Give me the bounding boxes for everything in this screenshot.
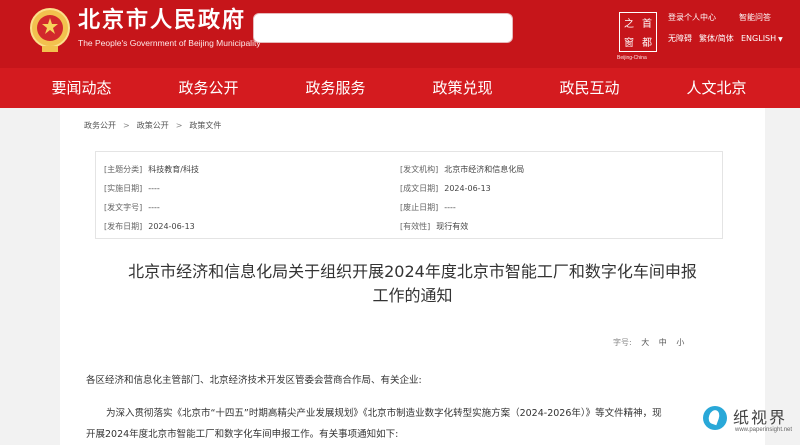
document-paragraph: 开展2024年度北京市智能工厂和数字化车间申报工作。有关事项通知如下: bbox=[86, 429, 399, 440]
content-card: 政务公开 > 政策公开 > 政策文件 [主题分类] 科技教育/科技 [发文机构] 北京市经济… bbox=[60, 108, 765, 445]
font-size-small[interactable]: 小 bbox=[676, 338, 684, 347]
meta-doc-number: [发文字号] ---- bbox=[104, 203, 160, 212]
document-metadata-table: [主题分类] 科技教育/科技 [发文机构] 北京市经济和信息化局 [实施日期] ---… bbox=[95, 151, 723, 239]
search-input[interactable] bbox=[253, 13, 513, 43]
breadcrumb-item[interactable]: 政策公开 bbox=[137, 121, 169, 130]
language-switch-link[interactable]: 繁体/简体 bbox=[699, 34, 734, 44]
font-size-switcher: 字号: 大 中 小 bbox=[613, 337, 684, 348]
nav-item-gov-service[interactable]: 政务服务 bbox=[272, 68, 399, 108]
meta-topic: [主题分类] 科技教育/科技 bbox=[104, 165, 199, 174]
nav-item-gov-open[interactable]: 政务公开 bbox=[145, 68, 272, 108]
meta-published-date: [发布日期] 2024-06-13 bbox=[104, 222, 195, 231]
font-size-large[interactable]: 大 bbox=[641, 338, 649, 347]
breadcrumb-separator: > bbox=[123, 121, 130, 130]
watermark-url: www.paperinsight.net bbox=[735, 427, 793, 433]
site-title[interactable]: 北京市人民政府 bbox=[78, 6, 246, 34]
site-subtitle: The People's Government of Beijing Munic… bbox=[78, 38, 261, 48]
capital-window-logo[interactable]: 之 首 窗 都 bbox=[619, 12, 657, 52]
nav-item-news[interactable]: 要闻动态 bbox=[18, 68, 145, 108]
english-label: ENGLISH bbox=[741, 34, 777, 43]
english-link[interactable]: ENGLISH ▼ bbox=[741, 34, 783, 45]
accessibility-link[interactable]: 无障碍 bbox=[668, 34, 692, 44]
font-size-label: 字号: bbox=[613, 338, 632, 347]
assistant-link[interactable]: 智能问答 bbox=[739, 13, 771, 23]
paperinsight-logo-icon bbox=[703, 406, 727, 430]
login-link[interactable]: 登录个人中心 bbox=[668, 13, 716, 23]
chevron-down-icon: ▼ bbox=[778, 36, 783, 43]
meta-issuer: [发文机构] 北京市经济和信息化局 bbox=[400, 165, 525, 174]
document-title: 北京市经济和信息化局关于组织开展2024年度北京市智能工厂和数字化车间申报 工作… bbox=[60, 260, 765, 308]
breadcrumb-item[interactable]: 政策文件 bbox=[189, 121, 221, 130]
watermark-brand: 纸视界 bbox=[733, 408, 788, 427]
capital-logo-caption: Beijing-China bbox=[617, 55, 647, 61]
font-size-medium[interactable]: 中 bbox=[659, 338, 667, 347]
capital-logo-char: 首 bbox=[642, 19, 652, 30]
capital-logo-char: 都 bbox=[642, 38, 652, 49]
nav-item-culture[interactable]: 人文北京 bbox=[653, 68, 780, 108]
document-paragraph: 为深入贯彻落实《北京市“十四五”时期高精尖产业发展规划》《北京市制造业数字化转型… bbox=[106, 408, 662, 419]
meta-created-date: [成文日期] 2024-06-13 bbox=[400, 184, 491, 193]
document-title-line: 北京市经济和信息化局关于组织开展2024年度北京市智能工厂和数字化车间申报 bbox=[128, 262, 697, 281]
watermark-logo: 纸视界 www.paperinsight.net bbox=[697, 402, 800, 445]
capital-logo-char: 窗 bbox=[624, 38, 634, 49]
meta-validity: [有效性] 现行有效 bbox=[400, 222, 469, 231]
breadcrumb: 政务公开 > 政策公开 > 政策文件 bbox=[84, 120, 221, 131]
nav-item-policy[interactable]: 政策兑现 bbox=[399, 68, 526, 108]
meta-effective-date: [实施日期] ---- bbox=[104, 184, 160, 193]
meta-repeal-date: [废止日期] ---- bbox=[400, 203, 456, 212]
document-title-line: 工作的通知 bbox=[372, 286, 453, 305]
document-salutation: 各区经济和信息化主管部门、北京经济技术开发区管委会营商合作局、有关企业: bbox=[86, 375, 422, 386]
capital-logo-char: 之 bbox=[624, 19, 634, 30]
nav-item-interaction[interactable]: 政民互动 bbox=[526, 68, 653, 108]
breadcrumb-item[interactable]: 政务公开 bbox=[84, 121, 116, 130]
national-emblem-icon[interactable] bbox=[28, 6, 72, 54]
site-header: 北京市人民政府 The People's Government of Beiji… bbox=[0, 0, 800, 68]
breadcrumb-separator: > bbox=[175, 121, 183, 130]
main-nav: 要闻动态 政务公开 政务服务 政策兑现 政民互动 人文北京 bbox=[0, 68, 800, 108]
